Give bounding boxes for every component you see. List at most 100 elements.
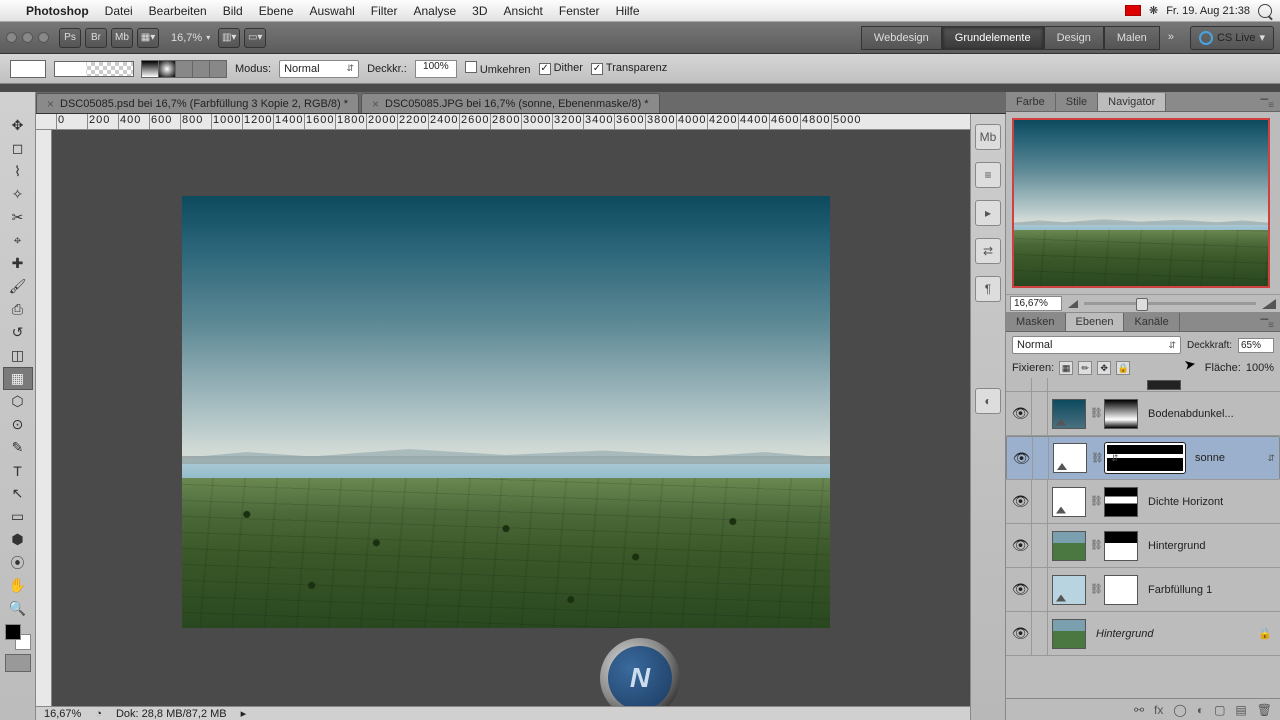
zoom-slider[interactable]	[1084, 302, 1256, 305]
status-pie-icon[interactable]: ◔	[95, 708, 102, 720]
layer-row-4[interactable]: 👁⛓Farbfüllung 1	[1006, 568, 1280, 612]
menu-3d[interactable]: 3D	[464, 4, 495, 18]
link-icon[interactable]: ⛓	[1090, 584, 1100, 595]
history-brush-tool[interactable]: ↺	[3, 321, 33, 344]
app-menu[interactable]: Photoshop	[18, 4, 97, 18]
link-layers-icon[interactable]: ⚯	[1134, 703, 1144, 717]
minibridge-panel-icon[interactable]: Mb	[975, 124, 1001, 150]
link-icon[interactable]: ⛓	[1090, 496, 1100, 507]
link-icon[interactable]: ⛓	[1091, 453, 1101, 464]
layer-thumb[interactable]	[1052, 619, 1086, 649]
layer-mask[interactable]	[1104, 399, 1138, 429]
nav-zoom-value[interactable]: 16,67%	[1010, 296, 1062, 311]
arrange-button[interactable]: ▥▾	[218, 28, 240, 48]
reverse-checkbox[interactable]: Umkehren	[465, 61, 531, 76]
status-doc-size[interactable]: Dok: 28,8 MB/87,2 MB	[116, 708, 227, 720]
layer-name[interactable]: Dichte Horizont	[1142, 496, 1276, 508]
wand-tool[interactable]: ✧	[3, 183, 33, 206]
document-tab-1[interactable]: ×DSC05085.JPG bei 16,7% (sonne, Ebenenma…	[361, 93, 660, 113]
blur-tool[interactable]: ⬡	[3, 390, 33, 413]
tab-masken[interactable]: Masken	[1006, 313, 1066, 331]
zoom-tool[interactable]: 🔍	[3, 597, 33, 620]
visibility-icon[interactable]: 👁	[1010, 392, 1032, 435]
pen-tool[interactable]: ✎	[3, 436, 33, 459]
blend-mode-select[interactable]: Normal	[279, 60, 359, 78]
lock-position[interactable]: ✥	[1097, 361, 1111, 375]
document-canvas[interactable]	[182, 196, 830, 628]
crop-tool[interactable]: ✂	[3, 206, 33, 229]
window-controls[interactable]	[6, 32, 49, 43]
menu-ansicht[interactable]: Ansicht	[496, 4, 551, 18]
layer-blend-mode[interactable]: Normal	[1012, 336, 1181, 354]
menu-analyse[interactable]: Analyse	[405, 4, 464, 18]
zoom-in-icon[interactable]	[1262, 299, 1276, 309]
panel-menu-icon[interactable]: ▔≡	[1254, 100, 1280, 111]
brush-tool[interactable]: 🖌	[3, 275, 33, 298]
layer-mask[interactable]	[1105, 443, 1185, 473]
workspace-design[interactable]: Design	[1044, 26, 1104, 50]
char-panel-icon[interactable]: ¶	[975, 276, 1001, 302]
adjustment-icon[interactable]: ◐	[1197, 703, 1204, 717]
color-swatches[interactable]	[5, 624, 31, 650]
path-tool[interactable]: ↖	[3, 482, 33, 505]
status-arrow[interactable]: ▸	[241, 707, 247, 720]
panel-menu-icon[interactable]: ▔≡	[1254, 320, 1280, 331]
menu-datei[interactable]: Datei	[97, 4, 141, 18]
gradient-diamond[interactable]	[209, 60, 227, 78]
layer-mask[interactable]	[1104, 487, 1138, 517]
layer-thumb[interactable]	[1052, 575, 1086, 605]
shape-tool[interactable]: ▭	[3, 505, 33, 528]
3d-camera-tool[interactable]: ⦿	[3, 551, 33, 574]
layer-thumb[interactable]	[1052, 531, 1086, 561]
lock-transparency[interactable]: ▦	[1059, 361, 1073, 375]
menu-fenster[interactable]: Fenster	[551, 4, 608, 18]
gradient-angle[interactable]	[175, 60, 193, 78]
visibility-icon[interactable]: 👁	[1011, 437, 1033, 479]
menu-auswahl[interactable]: Auswahl	[301, 4, 362, 18]
delete-icon[interactable]: 🗑	[1257, 703, 1272, 717]
visibility-icon[interactable]: 👁	[1010, 524, 1032, 567]
eyedropper-tool[interactable]: ⌖	[3, 229, 33, 252]
layer-name[interactable]: Hintergrund	[1142, 540, 1276, 552]
gradient-reflected[interactable]	[192, 60, 210, 78]
zoom-out-icon[interactable]	[1068, 300, 1078, 308]
close-icon[interactable]: ×	[47, 97, 54, 111]
workspace-grundelemente[interactable]: Grundelemente	[942, 26, 1044, 50]
new-layer-icon[interactable]: ▤	[1235, 703, 1246, 717]
lock-pixels[interactable]: ✏	[1078, 361, 1092, 375]
layer-mask[interactable]	[1104, 531, 1138, 561]
screen-mode-button[interactable]: ▭▾	[244, 28, 266, 48]
gradient-picker[interactable]	[54, 61, 134, 77]
layer-row-2[interactable]: 👁 ⛓ Dichte Horizont	[1006, 480, 1280, 524]
dodge-tool[interactable]: ⊙	[3, 413, 33, 436]
gradient-tool[interactable]: ▦	[3, 367, 33, 390]
tab-kanaele[interactable]: Kanäle	[1124, 313, 1179, 331]
transparency-checkbox[interactable]: ✓Transparenz	[591, 62, 667, 75]
visibility-icon[interactable]: 👁	[1010, 480, 1032, 523]
status-zoom[interactable]: 16,67%	[44, 708, 81, 720]
type-tool[interactable]: T	[3, 459, 33, 482]
tab-stile[interactable]: Stile	[1056, 93, 1098, 111]
menu-bearbeiten[interactable]: Bearbeiten	[141, 4, 215, 18]
bridge-button[interactable]: Br	[85, 28, 107, 48]
group-icon[interactable]: ▢	[1214, 703, 1225, 717]
lasso-tool[interactable]: ⌇	[3, 160, 33, 183]
canvas-area[interactable]	[52, 130, 970, 706]
stamp-tool[interactable]: ⎙	[3, 298, 33, 321]
hand-tool[interactable]: ✋	[3, 574, 33, 597]
adjustments-panel-icon[interactable]: ◐	[975, 388, 1001, 414]
layer-row-5[interactable]: 👁Hintergrund🔒	[1006, 612, 1280, 656]
fx-icon[interactable]: fx	[1154, 703, 1163, 717]
quickmask-toggle[interactable]	[5, 654, 31, 672]
sync-icon[interactable]: ❋	[1149, 4, 1158, 17]
visibility-icon[interactable]: 👁	[1010, 612, 1032, 655]
view-extras-button[interactable]: ▦▾	[137, 28, 159, 48]
ruler-horizontal[interactable]: 0200400600800100012001400160018002000220…	[36, 114, 970, 130]
opacity-input[interactable]: 100%	[415, 60, 457, 78]
mask-icon[interactable]: ◯	[1173, 703, 1186, 717]
menu-bild[interactable]: Bild	[215, 4, 251, 18]
document-tab-0[interactable]: ×DSC05085.psd bei 16,7% (Farbfüllung 3 K…	[36, 93, 359, 113]
gradient-radial[interactable]	[158, 60, 176, 78]
menu-ebene[interactable]: Ebene	[251, 4, 302, 18]
workspace-more[interactable]: »	[1160, 26, 1182, 50]
